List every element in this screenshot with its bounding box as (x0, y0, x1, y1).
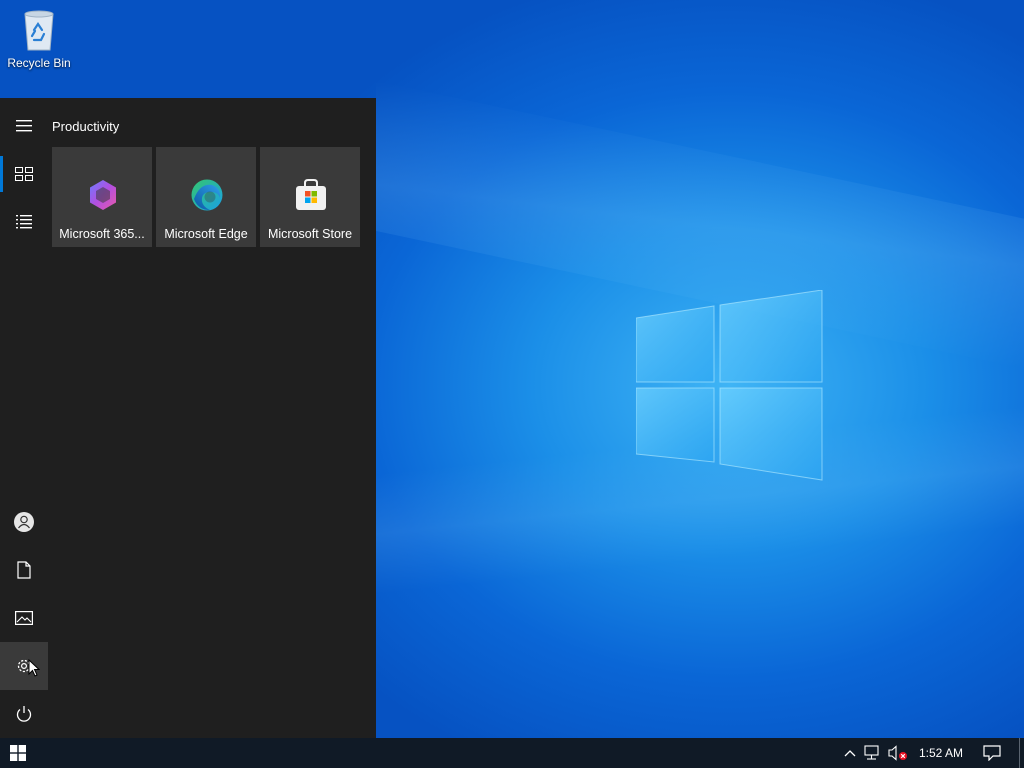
tile-microsoft-store[interactable]: Microsoft Store (260, 147, 360, 247)
tile-label: Microsoft 365... (59, 227, 145, 241)
action-center-button[interactable] (980, 738, 1004, 768)
volume-muted-icon (888, 745, 907, 761)
volume-button[interactable] (886, 738, 910, 768)
chevron-up-icon (844, 750, 856, 757)
tile-microsoft-edge[interactable]: Microsoft Edge (156, 147, 256, 247)
settings-button[interactable] (0, 642, 48, 690)
pictures-button[interactable] (0, 594, 48, 642)
expand-menu-button[interactable] (0, 102, 48, 150)
wallpaper-windows-logo (636, 290, 823, 481)
desktop-icon-recycle-bin[interactable]: Recycle Bin (4, 8, 74, 70)
start-button[interactable] (0, 738, 36, 768)
taskbar-clock[interactable]: 1:52 AM (912, 738, 970, 768)
tiles-view-button[interactable] (0, 150, 48, 198)
desktop-icon-label: Recycle Bin (7, 56, 71, 70)
mouse-cursor-icon (28, 659, 40, 677)
power-button[interactable] (0, 690, 48, 738)
all-apps-button[interactable] (0, 198, 48, 246)
show-hidden-icons-button[interactable] (840, 738, 860, 768)
microsoft-365-icon (90, 180, 116, 210)
tile-label: Microsoft Store (267, 227, 353, 241)
tiles-icon (15, 167, 33, 181)
pictures-icon (15, 611, 33, 625)
network-icon (864, 745, 879, 760)
show-desktop-button[interactable] (1019, 738, 1020, 768)
action-center-icon (983, 745, 1001, 761)
recycle-bin-icon (24, 10, 54, 51)
user-account-icon (14, 512, 34, 532)
hamburger-menu-icon (16, 120, 32, 132)
all-apps-list-icon (16, 215, 32, 229)
user-account-button[interactable] (0, 498, 48, 546)
taskbar: 1:52 AM (0, 738, 1024, 768)
start-menu: Productivity Microsoft 365... Microsoft … (0, 98, 376, 738)
store-icon (296, 179, 326, 210)
tile-group-title: Productivity (52, 119, 120, 134)
documents-icon (17, 561, 31, 579)
documents-button[interactable] (0, 546, 48, 594)
windows-logo-icon (10, 745, 26, 761)
start-rail (0, 98, 48, 738)
tile-microsoft-365[interactable]: Microsoft 365... (52, 147, 152, 247)
network-status-button[interactable] (862, 738, 884, 768)
power-icon (16, 706, 32, 722)
edge-icon (191, 179, 223, 211)
tile-label: Microsoft Edge (164, 227, 248, 241)
